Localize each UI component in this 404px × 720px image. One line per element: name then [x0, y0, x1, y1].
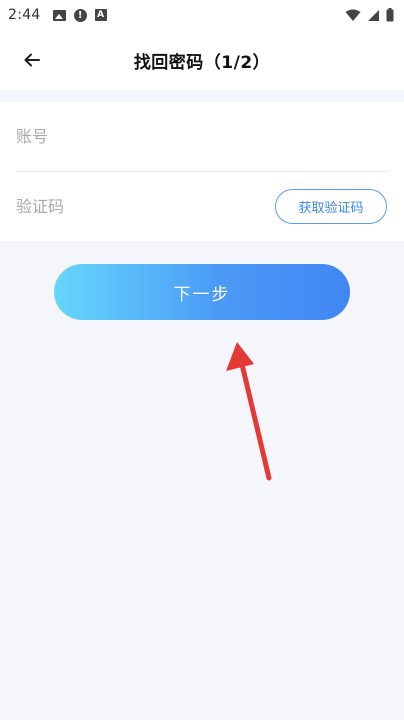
status-bar: 2:44 ! A: [0, 0, 404, 30]
status-time: 2:44: [8, 7, 41, 23]
wifi-icon: [345, 9, 361, 21]
status-system-icons: [345, 8, 394, 22]
a-badge-icon: A: [94, 9, 107, 21]
account-row: [0, 102, 404, 171]
code-row: 获取验证码: [0, 172, 404, 241]
next-step-button[interactable]: 下一步: [54, 264, 350, 320]
status-notification-icons: ! A: [52, 8, 107, 22]
get-code-button[interactable]: 获取验证码: [275, 189, 387, 224]
page-title: 找回密码（1/2）: [133, 52, 271, 73]
annotation-arrow-icon: [226, 342, 272, 481]
account-input[interactable]: [16, 116, 266, 157]
alert-icon: !: [73, 8, 87, 22]
signal-icon: [368, 9, 379, 21]
battery-icon: [386, 8, 394, 22]
recover-form: 获取验证码: [0, 102, 404, 241]
back-arrow-icon[interactable]: [20, 48, 44, 72]
app-header: 找回密码（1/2）: [0, 30, 404, 90]
image-icon: [52, 9, 66, 21]
verification-code-input[interactable]: [16, 186, 246, 227]
